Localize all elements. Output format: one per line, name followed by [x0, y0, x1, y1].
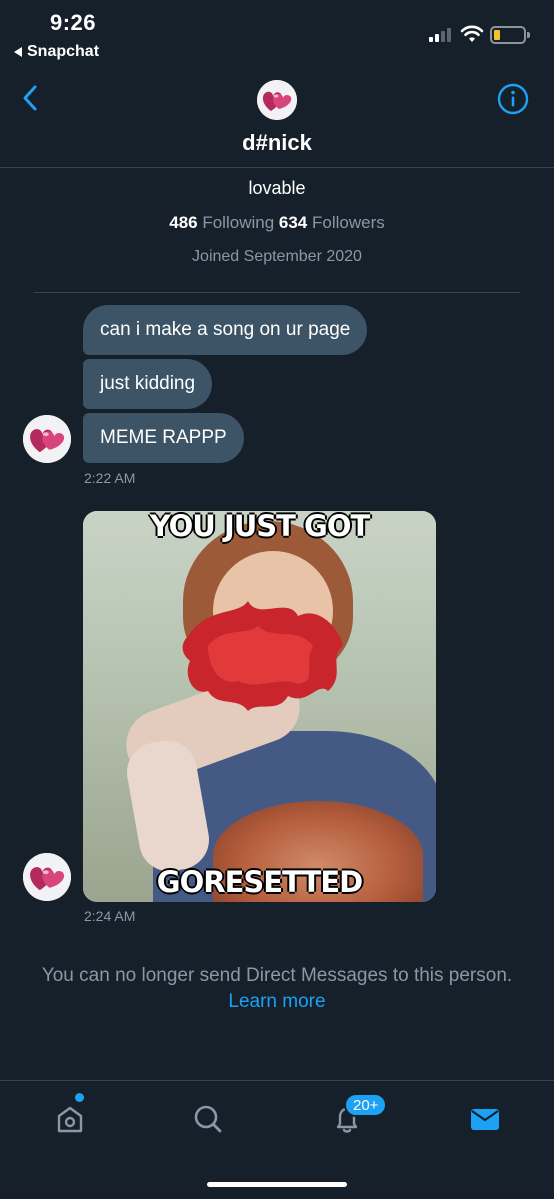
cellular-signal-icon	[429, 26, 451, 42]
profile-stats: 486 Following 634 Followers	[0, 213, 554, 233]
home-new-content-dot	[75, 1093, 84, 1102]
conversation-title[interactable]: d#nick	[0, 130, 554, 156]
sender-avatar[interactable]	[23, 853, 71, 901]
gore-logo-graphic	[182, 601, 343, 711]
battery-icon	[490, 26, 530, 44]
message-bubble[interactable]: MEME RAPPP	[83, 413, 244, 463]
meme-image[interactable]: YOU JUST GOT GORESETTED	[83, 511, 436, 902]
wifi-icon	[460, 25, 484, 42]
info-button[interactable]	[496, 82, 530, 116]
info-icon	[497, 83, 529, 115]
divider	[34, 292, 520, 293]
search-icon	[194, 1105, 222, 1133]
pink-hearts-avatar	[257, 80, 297, 120]
header-avatar[interactable]	[257, 80, 297, 120]
notice-text: You can no longer send Direct Messages t…	[41, 965, 513, 986]
back-button[interactable]	[12, 80, 48, 116]
following-count[interactable]: 486	[169, 213, 197, 232]
message-timestamp: 2:24 AM	[84, 908, 136, 924]
meme-bottom-text: GORESETTED	[156, 865, 363, 899]
profile-bio: lovable	[248, 178, 306, 198]
home-icon	[57, 1106, 83, 1133]
tab-search[interactable]	[188, 1099, 228, 1139]
pink-hearts-avatar	[23, 853, 71, 901]
back-to-app-link[interactable]: Snapchat	[14, 43, 99, 61]
home-indicator[interactable]	[207, 1182, 347, 1187]
mail-icon	[471, 1109, 499, 1130]
notifications-badge: 20+	[344, 1093, 388, 1117]
joined-date: Joined September 2020	[192, 248, 362, 265]
followers-count[interactable]: 634	[279, 213, 307, 232]
conversation-header: d#nick	[0, 70, 554, 168]
message-bubble[interactable]: can i make a song on ur page	[83, 305, 368, 355]
tab-messages[interactable]	[465, 1099, 505, 1139]
sender-avatar[interactable]	[23, 415, 71, 463]
followers-label[interactable]: Followers	[312, 213, 385, 232]
back-app-label: Snapchat	[27, 43, 100, 60]
status-bar: 9:26 Snapchat	[0, 0, 554, 70]
dm-disabled-notice: You can no longer send Direct Messages t…	[30, 963, 524, 1015]
status-time: 9:26	[50, 10, 97, 35]
message-bubble[interactable]: just kidding	[83, 359, 213, 409]
message-timestamp: 2:22 AM	[84, 470, 136, 486]
chevron-left-icon	[23, 85, 37, 111]
back-triangle-icon	[14, 47, 22, 57]
following-label[interactable]: Following	[202, 213, 274, 232]
tab-home[interactable]	[50, 1099, 90, 1139]
learn-more-link[interactable]: Learn more	[228, 991, 325, 1012]
meme-top-text: YOU JUST GOT	[149, 511, 371, 543]
pink-hearts-avatar	[23, 415, 71, 463]
